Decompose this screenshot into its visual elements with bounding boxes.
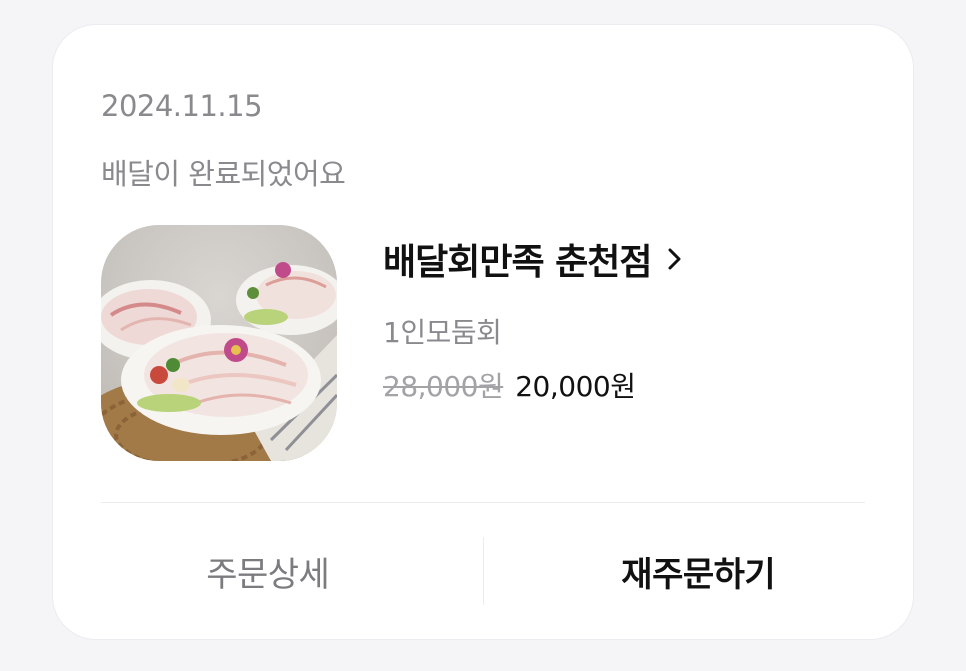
sale-price: 20,000원 [515, 370, 636, 403]
delivery-status: 배달이 완료되었어요 [101, 157, 346, 191]
price-row: 28,000원 20,000원 [383, 365, 636, 405]
store-link[interactable]: 배달회만족 춘천점 [383, 233, 682, 285]
order-card: 2024.11.15 배달이 완료되었어요 배달회만족 춘천점 1인모둠회 28… [52, 24, 914, 640]
order-date: 2024.11.15 [101, 89, 263, 123]
original-price: 28,000원 [383, 370, 504, 403]
menu-name: 1인모둠회 [383, 316, 502, 349]
sashimi-platter-image [101, 225, 337, 461]
order-detail-button[interactable]: 주문상세 [53, 503, 483, 639]
store-name: 배달회만족 춘천점 [383, 242, 652, 283]
chevron-right-icon [668, 248, 682, 270]
menu-thumbnail[interactable] [101, 225, 337, 461]
action-bar: 주문상세 재주문하기 [53, 503, 913, 639]
reorder-button[interactable]: 재주문하기 [484, 503, 914, 639]
